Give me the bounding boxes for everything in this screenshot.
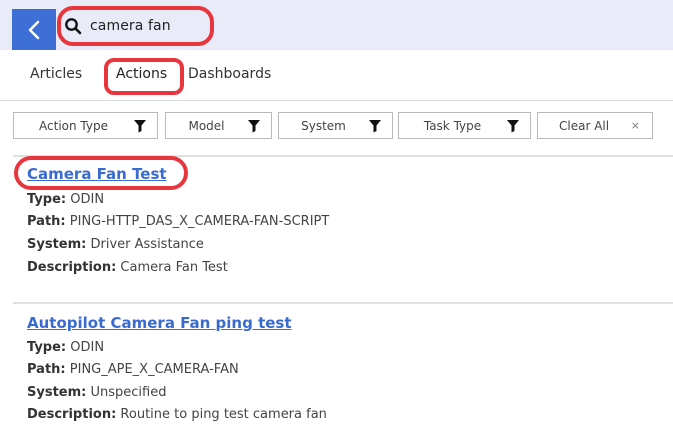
filter-system[interactable]: System xyxy=(278,112,393,139)
result-path: Path: PING_APE_X_CAMERA-FAN xyxy=(27,362,239,377)
back-button[interactable] xyxy=(12,9,56,50)
description-value: Camera Fan Test xyxy=(120,260,228,275)
path-value: PING-HTTP_DAS_X_CAMERA-FAN-SCRIPT xyxy=(69,214,330,229)
result-system: System: Driver Assistance xyxy=(27,237,204,252)
funnel-icon xyxy=(507,119,519,132)
type-value: ODIN xyxy=(70,340,105,355)
tab-highlight-annotation xyxy=(104,58,184,95)
clear-all-button[interactable]: Clear All × xyxy=(537,112,653,139)
filter-task-type[interactable]: Task Type xyxy=(398,112,531,139)
type-value: ODIN xyxy=(70,192,105,207)
filter-label: Action Type xyxy=(39,118,108,133)
filter-label: Task Type xyxy=(423,118,482,133)
description-label: Description: xyxy=(27,407,117,422)
system-label: System: xyxy=(27,385,87,400)
result-path: Path: PING-HTTP_DAS_X_CAMERA-FAN-SCRIPT xyxy=(27,214,329,229)
close-icon: × xyxy=(630,119,640,132)
filter-action-type[interactable]: Action Type xyxy=(13,112,158,139)
result-description: Description: Camera Fan Test xyxy=(27,260,228,275)
system-value: Driver Assistance xyxy=(90,237,204,252)
type-label: Type: xyxy=(27,192,67,207)
result-title-link[interactable]: Autopilot Camera Fan ping test xyxy=(27,314,292,332)
result-highlight-annotation xyxy=(14,156,188,190)
description-label: Description: xyxy=(27,260,117,275)
path-label: Path: xyxy=(27,362,66,377)
description-value: Routine to ping test camera fan xyxy=(120,407,327,422)
system-value: Unspecified xyxy=(90,385,167,400)
result-type: Type: ODIN xyxy=(27,192,104,207)
funnel-icon xyxy=(248,119,260,132)
path-value: PING_APE_X_CAMERA-FAN xyxy=(69,362,239,377)
tab-articles[interactable]: Articles xyxy=(30,66,82,82)
filter-model[interactable]: Model xyxy=(165,112,272,139)
clear-all-label: Clear All xyxy=(559,118,610,133)
result-description: Description: Routine to ping test camera… xyxy=(27,407,327,422)
search-highlight-annotation xyxy=(57,6,214,46)
type-label: Type: xyxy=(27,340,67,355)
funnel-icon xyxy=(369,119,381,132)
system-label: System: xyxy=(27,237,87,252)
result-system: System: Unspecified xyxy=(27,385,166,400)
filter-label: System xyxy=(301,118,346,133)
result-divider xyxy=(13,302,673,304)
path-label: Path: xyxy=(27,214,66,229)
header-divider xyxy=(0,100,673,101)
tab-dashboards[interactable]: Dashboards xyxy=(188,66,271,82)
result-type: Type: ODIN xyxy=(27,340,104,355)
chevron-left-icon xyxy=(28,20,40,39)
funnel-icon xyxy=(134,119,146,132)
filter-label: Model xyxy=(188,118,225,133)
